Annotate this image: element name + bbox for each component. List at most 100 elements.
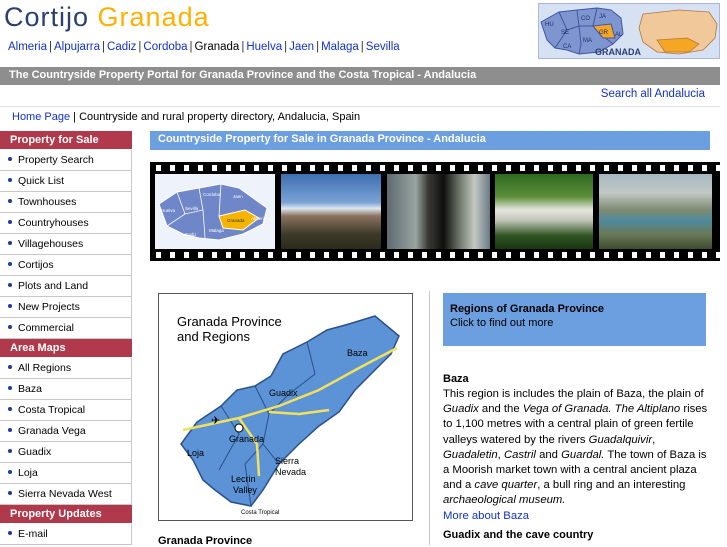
sidebar-item-cortijos[interactable]: Cortijos — [0, 255, 132, 276]
logo-word-granada: Granada — [97, 2, 210, 32]
city-nav-jaen[interactable]: Jaen — [289, 41, 314, 53]
map-label-co: CO — [581, 16, 590, 22]
sidebar-item-label: Loja — [18, 467, 38, 479]
film-map-label-granada: Granada — [227, 218, 245, 223]
header-divider — [0, 106, 720, 107]
city-nav-sevilla[interactable]: Sevilla — [366, 41, 400, 53]
city-nav-almeria[interactable]: Almeria — [8, 41, 47, 53]
bullet-icon — [8, 428, 12, 433]
bullet-icon — [8, 491, 12, 496]
filmstrip-photo-cathedral[interactable] — [387, 174, 490, 249]
andalucia-mini-map[interactable]: HU SE CO JA MA GR AL CA GRANADA — [538, 3, 720, 59]
bullet-icon — [8, 157, 12, 162]
bullet-icon — [8, 220, 12, 225]
region-label-guadix: Guadix — [269, 388, 298, 398]
sidebar-item-villagehouses[interactable]: Villagehouses — [0, 234, 132, 255]
sidebar-item-sierra-nevada-west[interactable]: Sierra Nevada West — [0, 484, 132, 505]
regions-box-subtitle: Click to find out more — [450, 317, 554, 329]
baza-text-1: This region is includes the plain of Baz… — [443, 388, 704, 400]
baza-text-2: and the — [478, 403, 523, 416]
sidebar-item-guadix[interactable]: Guadix — [0, 442, 132, 463]
city-nav-huelva[interactable]: Huelva — [246, 41, 282, 53]
city-nav-malaga[interactable]: Malaga — [321, 41, 359, 53]
city-nav-separator: | — [138, 41, 142, 53]
region-label-granada: Granada — [229, 434, 264, 444]
sidebar-item-granada-vega[interactable]: Granada Vega — [0, 421, 132, 442]
city-nav-separator: | — [189, 41, 193, 53]
andalucia-map-icon: HU SE CO JA MA GR AL CA GRANADA — [540, 7, 718, 57]
bullet-icon — [8, 325, 12, 330]
regions-of-granada-box[interactable]: Regions of Granada Province Click to fin… — [443, 293, 706, 346]
baza-italic-guadix: Guadix — [443, 403, 479, 416]
filmstrip-andalucia-map[interactable]: Huelva Sevilla Cordoba Jaen Granada Alme… — [155, 174, 275, 249]
site-logo[interactable]: Cortijo Granada — [4, 2, 210, 33]
region-label-sierra: Sierra — [275, 456, 299, 466]
sidebar-item-quick-list[interactable]: Quick List — [0, 171, 132, 192]
sidebar-item-label: Villagehouses — [18, 238, 84, 250]
sidebar-item-label: Property Search — [18, 154, 94, 166]
film-map-label-cadiz: Cadiz — [185, 232, 197, 237]
baza-italic-guardal: Guardal. — [561, 448, 605, 461]
city-nav-cadiz[interactable]: Cadiz — [107, 41, 136, 53]
filmstrip-photo-sierra-nevada[interactable] — [281, 174, 381, 249]
search-all-andalucia-link[interactable]: Search all Andalucia — [601, 88, 705, 100]
region-label-costa-tropical: Costa Tropical — [241, 510, 279, 516]
sidebar-item-baza[interactable]: Baza — [0, 379, 132, 400]
breadcrumb-text: | Countryside and rural property directo… — [70, 111, 361, 123]
sidebar-item-label: Quick List — [18, 175, 65, 187]
map-title-line1: Granada Province — [177, 314, 282, 329]
film-map-label-cordoba: Cordoba — [203, 192, 221, 197]
sidebar-item-plots-and-land[interactable]: Plots and Land — [0, 276, 132, 297]
city-nav-granada: Granada — [194, 41, 240, 53]
city-nav-cordoba[interactable]: Cordoba — [143, 41, 187, 53]
sidebar-item-label: Sierra Nevada West — [18, 488, 112, 500]
city-nav-separator: | — [102, 41, 106, 53]
baza-text-4: , — [652, 433, 656, 446]
filmstrip-photo-white-house[interactable] — [495, 174, 593, 249]
city-nav: Almeria | Alpujarra | Cadiz | Cordoba | Granada |… — [8, 41, 400, 53]
city-nav-separator: | — [241, 41, 245, 53]
sidebar-item-commercial[interactable]: Commercial — [0, 318, 132, 339]
breadcrumb-home-link[interactable]: Home Page — [12, 111, 70, 123]
baza-italic-cave-quarter: cave quarter — [474, 479, 538, 492]
sidebar-item-e-mail[interactable]: E-mail — [0, 524, 132, 545]
map-label-ca: CA — [563, 44, 571, 50]
bullet-icon — [8, 449, 12, 454]
sidebar-item-label: Commercial — [18, 322, 75, 334]
baza-italic-guadalquivir: Guadalquivir — [588, 433, 653, 446]
bullet-icon — [8, 386, 12, 391]
sidebar-item-countryhouses[interactable]: Countryhouses — [0, 213, 132, 234]
sidebar-item-label: Townhouses — [18, 196, 77, 208]
granada-regions-map[interactable]: ✈ Granada Province and Regions Baza Guad… — [158, 293, 413, 521]
bullet-icon — [8, 262, 12, 267]
baza-heading: Baza — [443, 373, 469, 385]
film-holes-bottom — [150, 252, 720, 258]
andalucia-map-icon: Huelva Sevilla Cordoba Jaen Granada Alme… — [158, 183, 268, 241]
more-about-baza-link[interactable]: More about Baza — [443, 510, 529, 522]
sidebar-item-loja[interactable]: Loja — [0, 463, 132, 484]
sidebar-heading-property-for-sale: Property for Sale — [0, 131, 132, 150]
region-label-lecrin: Lecrin — [231, 474, 256, 484]
sidebar-item-property-search[interactable]: Property Search — [0, 150, 132, 171]
sidebar-item-all-regions[interactable]: All Regions — [0, 358, 132, 379]
map-label-hu: HU — [545, 22, 554, 28]
sidebar-item-label: Costa Tropical — [18, 404, 86, 416]
filmstrip-photo-reservoir[interactable] — [599, 174, 712, 249]
film-map-label-sevilla: Sevilla — [185, 206, 199, 211]
sidebar-item-new-projects[interactable]: New Projects — [0, 297, 132, 318]
photo-filmstrip: Huelva Sevilla Cordoba Jaen Granada Alme… — [150, 162, 720, 261]
sidebar-item-townhouses[interactable]: Townhouses — [0, 192, 132, 213]
bullet-icon — [8, 407, 12, 412]
granada-province-heading: Granada Province — [158, 535, 253, 547]
baza-description: This region is includes the plain of Baz… — [443, 387, 708, 524]
city-nav-separator: | — [48, 41, 52, 53]
regions-box-title: Regions of Granada Province — [450, 303, 605, 315]
sidebar-item-costa-tropical[interactable]: Costa Tropical — [0, 400, 132, 421]
bullet-icon — [8, 470, 12, 475]
breadcrumb: Home Page | Countryside and rural proper… — [12, 111, 360, 123]
bullet-icon — [8, 304, 12, 309]
sidebar-item-label: Guadix — [18, 446, 52, 458]
bullet-icon — [8, 199, 12, 204]
city-nav-alpujarra[interactable]: Alpujarra — [54, 41, 100, 53]
film-map-label-malaga: Malaga — [209, 228, 224, 233]
